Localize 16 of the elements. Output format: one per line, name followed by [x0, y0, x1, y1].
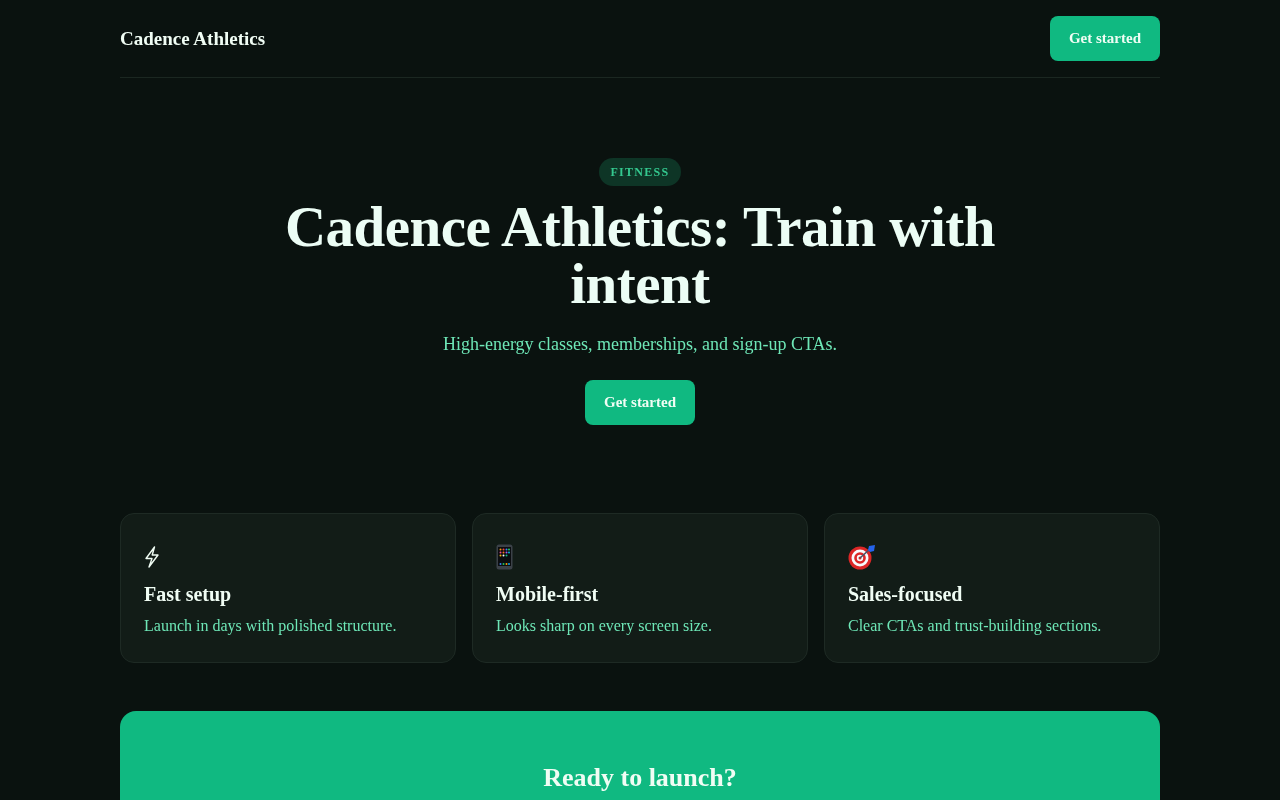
feature-title: Mobile-first — [496, 583, 599, 606]
cta-heading: Ready to launch? — [543, 763, 737, 794]
feature-description: Clear CTAs and trust-building sections. — [848, 617, 1102, 635]
hero-heading: Cadence Athletics: Train with intent — [283, 198, 997, 312]
feature-description: Launch in days with polished structure. — [144, 617, 397, 635]
get-started-button[interactable]: Get started — [1049, 16, 1160, 61]
get-started-button[interactable]: Get started — [584, 380, 696, 425]
category-tag: FITNESS — [599, 158, 681, 186]
target-dart-icon — [848, 544, 876, 570]
phone-icon — [496, 544, 513, 570]
brand-name: Cadence Athletics — [120, 27, 266, 50]
hero-subtitle: High-energy classes, memberships, and sign-up CTAs. — [442, 334, 838, 355]
lightning-bolt-icon — [144, 544, 160, 570]
feature-title: Fast setup — [144, 583, 232, 606]
feature-description: Looks sharp on every screen size. — [496, 617, 712, 635]
feature-title: Sales-focused — [848, 583, 963, 606]
